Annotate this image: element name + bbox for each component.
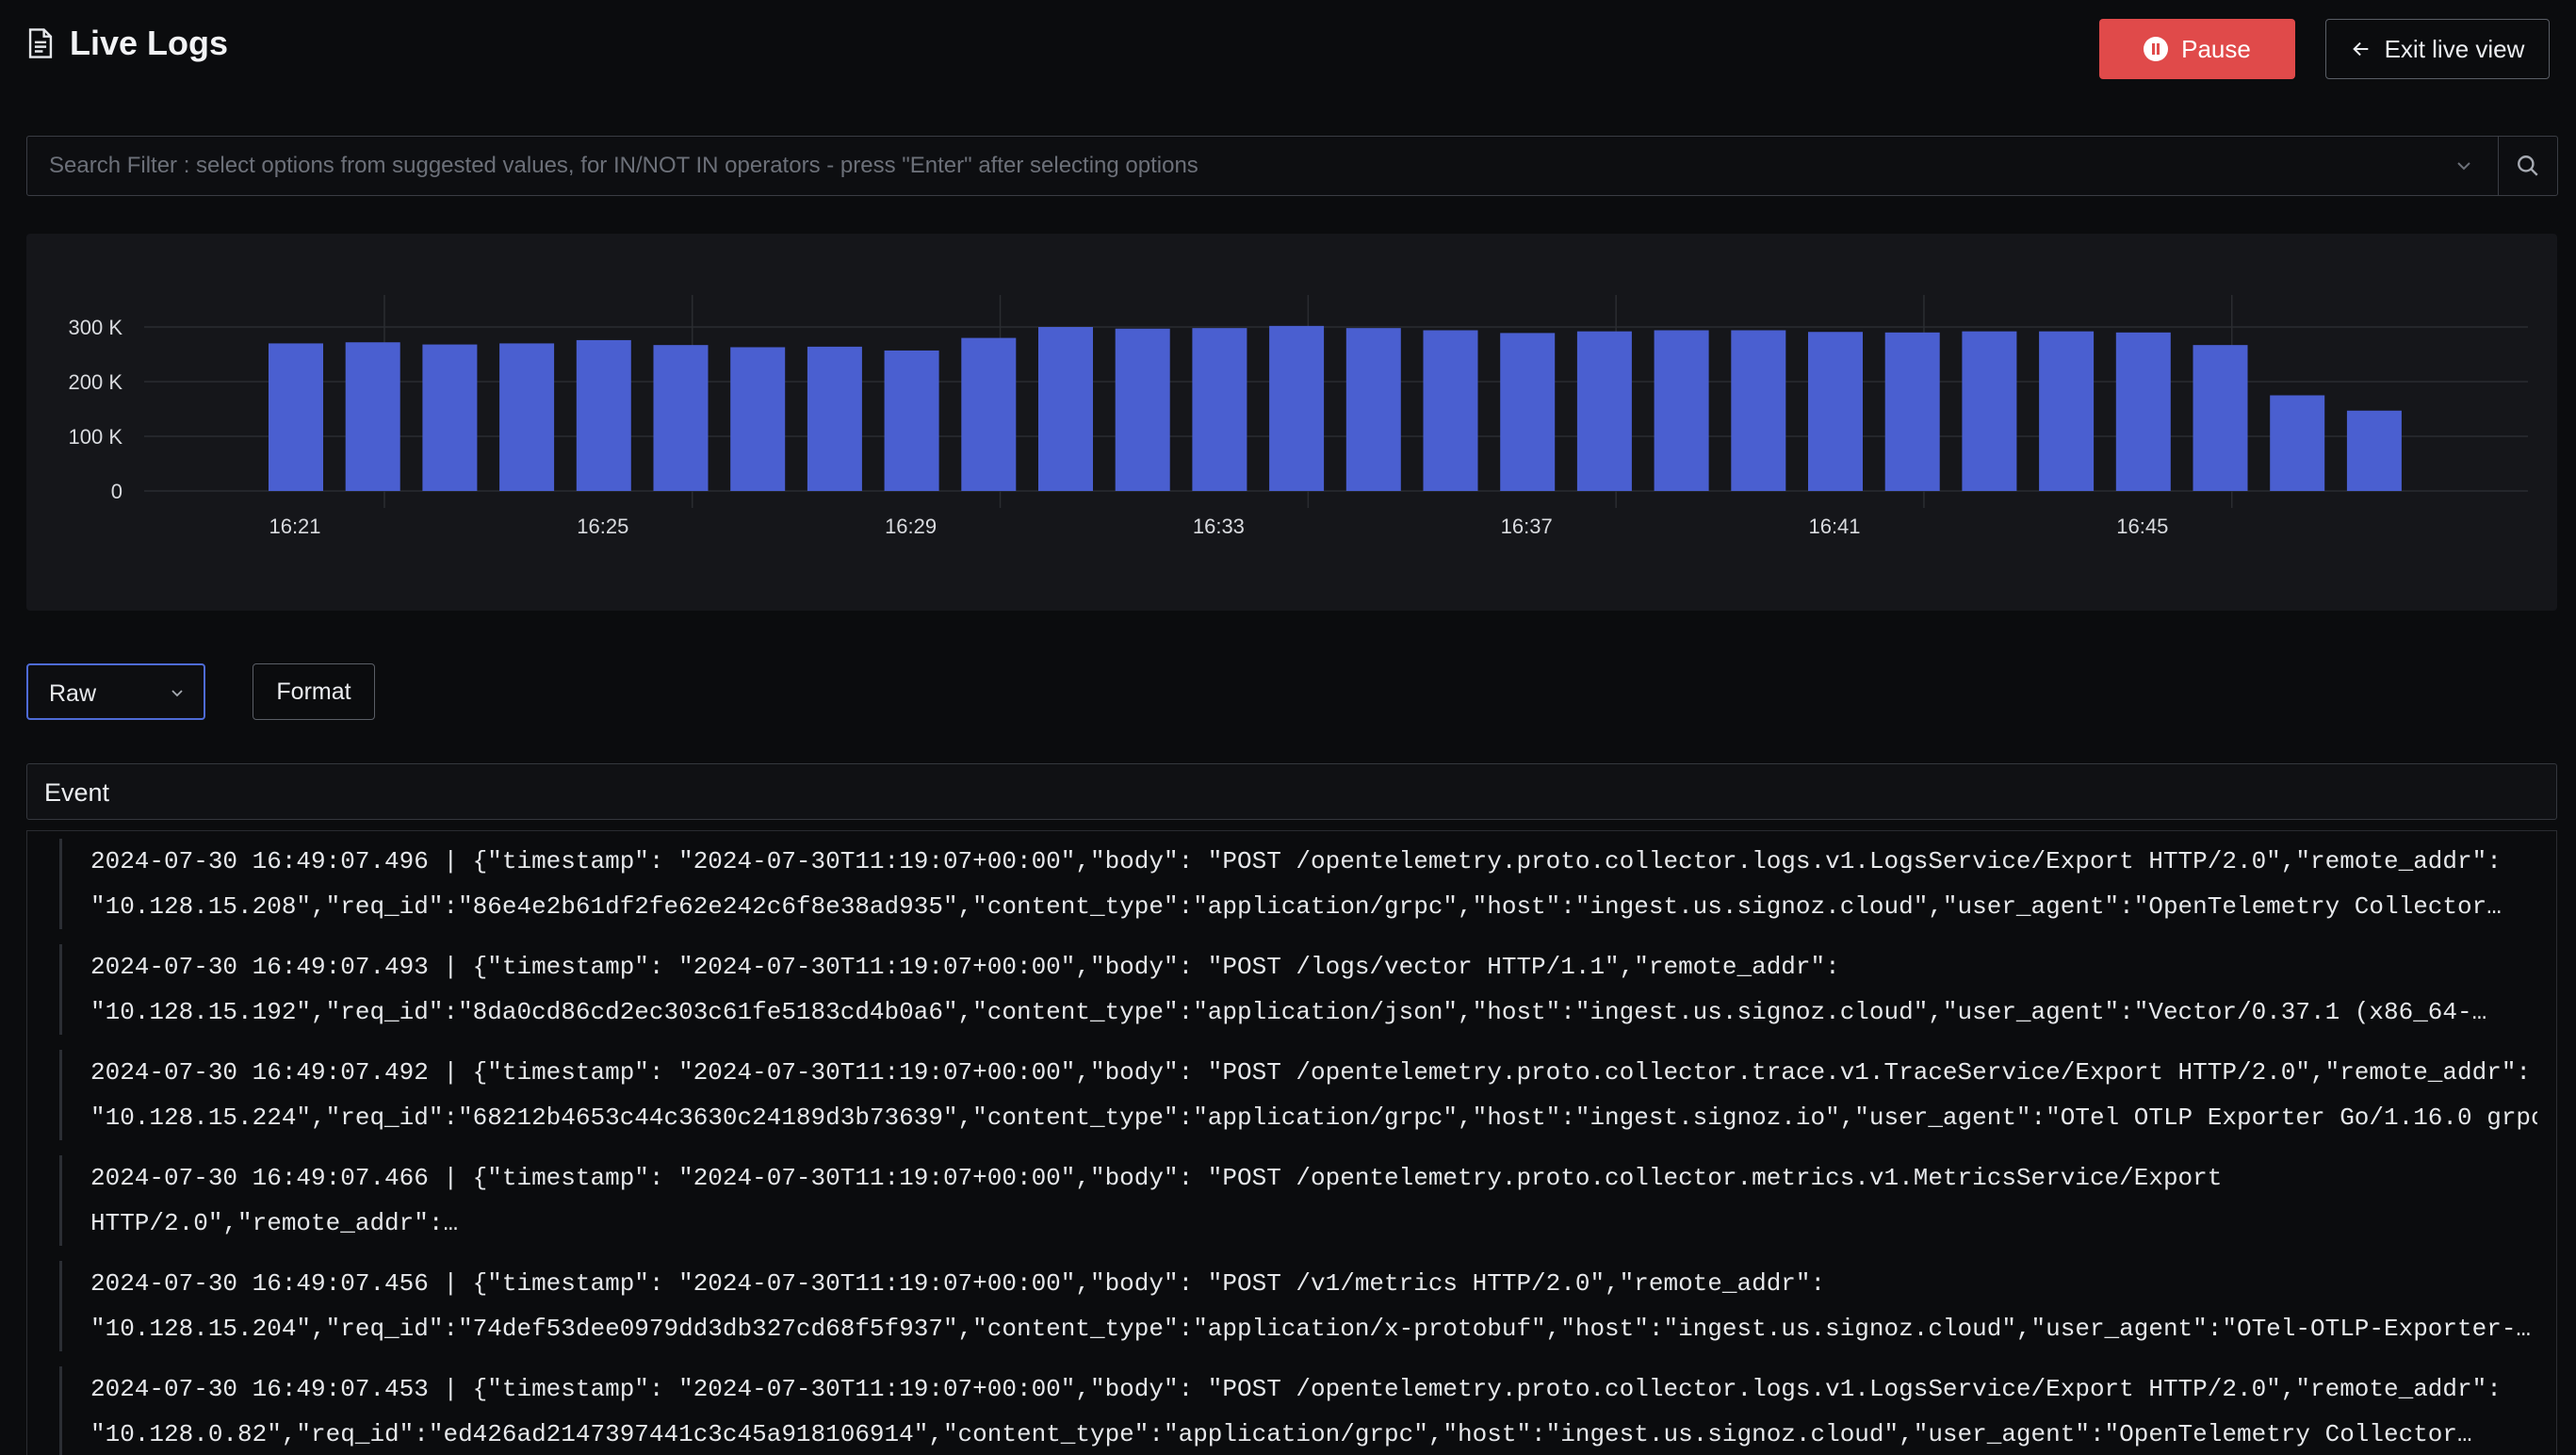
format-button[interactable]: Format	[253, 663, 375, 720]
log-row[interactable]: 2024-07-30 16:49:07.493 | {"timestamp": …	[59, 944, 2537, 1035]
chart-bar	[1038, 327, 1093, 491]
x-tick-label: 16:21	[269, 515, 320, 538]
x-tick-label: 16:37	[1501, 515, 1553, 538]
logs-histogram-panel: 0 100 K 200 K 300 K 16:21 16:25 16:29 16:33 16:3…	[26, 234, 2557, 611]
logs-histogram-chart: 0 100 K 200 K 300 K 16:21 16:25 16:29 16:33 16:3…	[69, 295, 2528, 538]
chart-bar	[345, 342, 400, 491]
page-title: Live Logs	[70, 24, 229, 62]
log-line: 2024-07-30 16:49:07.496 | {"timestamp": …	[90, 847, 2502, 875]
chart-bar	[1576, 331, 1632, 491]
arrow-left-icon	[2352, 41, 2368, 57]
chart-bar	[1192, 328, 1247, 491]
log-row[interactable]: 2024-07-30 16:49:07.453 | {"timestamp": …	[59, 1366, 2537, 1455]
chevron-down-icon	[171, 690, 183, 697]
chart-bar	[1808, 332, 1863, 491]
log-row[interactable]: 2024-07-30 16:49:07.456 | {"timestamp": …	[59, 1261, 2537, 1351]
pause-button[interactable]: Pause	[2099, 19, 2295, 79]
pause-icon	[2144, 37, 2169, 61]
title-wrap: Live Logs	[26, 19, 228, 68]
chart-bar	[2039, 331, 2095, 491]
chart-bar	[730, 347, 786, 491]
search-icon	[2518, 155, 2538, 176]
chart-bar	[961, 337, 1017, 491]
chart-bar	[2346, 410, 2402, 491]
log-line: 2024-07-30 16:49:07.456 | {"timestamp": …	[90, 1269, 1826, 1298]
chart-bar	[422, 344, 478, 491]
log-row[interactable]: 2024-07-30 16:49:07.496 | {"timestamp": …	[59, 839, 2537, 929]
pause-label: Pause	[2181, 34, 2251, 63]
log-line: "10.128.15.204","req_id":"74def53dee0979…	[90, 1315, 2532, 1343]
chevron-down-icon[interactable]	[2455, 157, 2472, 174]
search-button[interactable]	[2498, 137, 2557, 195]
chart-bar	[499, 343, 555, 491]
chart-bar	[1654, 330, 1709, 491]
chart-bar	[653, 345, 709, 491]
chart-bar	[269, 343, 323, 491]
chart-bar	[2115, 332, 2171, 491]
chart-bar	[1500, 333, 1556, 491]
event-column-label: Event	[44, 778, 110, 807]
log-line: 2024-07-30 16:49:07.493 | {"timestamp": …	[90, 953, 1840, 981]
search-input[interactable]	[27, 137, 2496, 195]
format-label: Format	[276, 678, 351, 705]
page-header: Live Logs Pause Exit live view	[26, 19, 2550, 81]
log-line: 2024-07-30 16:49:07.453 | {"timestamp": …	[90, 1375, 2502, 1403]
x-tick-label: 16:25	[577, 515, 628, 538]
log-line: "10.128.15.208","req_id":"86e4e2b61df2fe…	[90, 892, 2502, 921]
log-line: HTTP/2.0","remote_addr":…	[90, 1209, 459, 1237]
file-text-icon	[28, 28, 53, 58]
log-line: "10.128.15.192","req_id":"8da0cd86cd2ec3…	[90, 998, 2487, 1026]
log-row[interactable]: 2024-07-30 16:49:07.492 | {"timestamp": …	[59, 1050, 2537, 1140]
log-list: 2024-07-30 16:49:07.496 | {"timestamp": …	[26, 830, 2557, 1455]
x-tick-label: 16:45	[2116, 515, 2168, 538]
chart-bar	[1115, 328, 1170, 491]
x-tick-label: 16:41	[1808, 515, 1860, 538]
chart-bar	[2270, 395, 2325, 491]
chart-bar	[2193, 345, 2248, 491]
log-line: "10.128.15.224","req_id":"68212b4653c44c…	[90, 1104, 2537, 1132]
chart-bar	[1962, 331, 2017, 491]
chart-bar	[576, 339, 631, 491]
y-tick-label: 100 K	[69, 425, 123, 449]
log-row[interactable]: 2024-07-30 16:49:07.466 | {"timestamp": …	[59, 1155, 2537, 1246]
chart-bar	[1423, 330, 1478, 491]
x-tick-label: 16:33	[1193, 515, 1245, 538]
event-column-header: Event	[26, 763, 2557, 820]
exit-live-view-button[interactable]: Exit live view	[2325, 19, 2550, 79]
chart-bar	[1345, 328, 1401, 491]
chart-bar	[1731, 330, 1786, 491]
y-tick-label: 200 K	[69, 370, 123, 394]
view-mode-value: Raw	[49, 680, 97, 707]
log-line: "10.128.0.82","req_id":"ed426ad214739744…	[90, 1420, 2472, 1448]
chart-bar	[807, 346, 862, 491]
search-filter	[26, 136, 2558, 196]
y-tick-label: 300 K	[69, 316, 123, 339]
log-line: 2024-07-30 16:49:07.466 | {"timestamp": …	[90, 1164, 2223, 1192]
view-mode-select[interactable]: Raw	[26, 663, 205, 720]
x-tick-label: 16:29	[885, 515, 937, 538]
exit-label: Exit live view	[2384, 34, 2525, 63]
chart-bar	[884, 350, 939, 491]
log-line: 2024-07-30 16:49:07.492 | {"timestamp": …	[90, 1058, 2532, 1087]
y-tick-label: 0	[111, 480, 122, 503]
chart-bar	[1884, 332, 1940, 491]
chart-bar	[1269, 325, 1325, 491]
